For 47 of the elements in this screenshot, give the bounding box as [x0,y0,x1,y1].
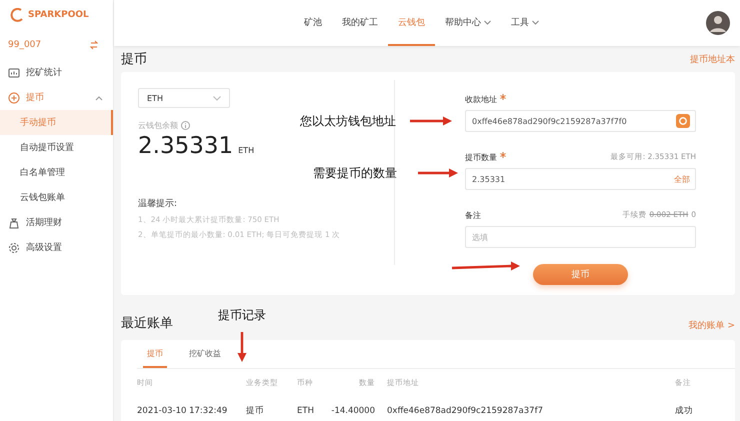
address-book-icon [676,114,690,128]
gear-icon [8,242,20,254]
switch-icon [89,40,99,50]
annotation-text: 提币记录 [218,307,266,324]
balance-amount: 2.35331 [138,133,234,159]
sidebar-item[interactable]: 活期理财 [0,210,113,235]
nav-tab[interactable]: 帮助中心 [435,0,501,46]
chart-icon [8,66,20,78]
annotation-text: 您以太坊钱包地址 [300,113,396,130]
sidebar-item[interactable]: 高级设置 [0,235,113,260]
logo: SPARKPOOL [28,10,89,20]
address-field[interactable]: 0xffe46e878ad290f9c2159287a37f7f0 [465,110,696,132]
tips-title: 温馨提示: [138,198,178,210]
caret-icon [532,20,539,24]
field-label: 收款地址 [465,94,497,104]
submenu-item[interactable]: 云钱包账单 [0,185,113,210]
nav-tab[interactable]: 我的矿工 [332,0,388,46]
field-label: 提币数量 [465,152,497,162]
note-field[interactable]: 选填 [465,226,696,248]
table-cell-text: 成功 [675,405,694,417]
field-label: 备注 [465,210,481,220]
balance-label: 云钱包余额 [138,120,178,131]
page-title: 提币 [121,51,147,68]
nav-tab[interactable]: 矿池 [294,0,332,46]
balance-unit: ETH [238,146,254,155]
chevron-icon [213,96,221,100]
table-cell-text: 2021-03-10 17:32:49 [137,406,228,416]
chevron-icon [95,94,103,100]
logo-icon [10,8,24,22]
caret-icon [484,20,491,24]
submenu-item[interactable]: 白名单管理 [0,160,113,185]
submenu-item[interactable]: 自动提币设置 [0,135,113,160]
avatar [706,11,730,35]
section-title: 最近账单 [121,315,173,332]
table-cell-text: ETH [297,406,315,416]
amount-field[interactable]: 2.35331 全部 [465,168,696,190]
coin-icon [8,92,20,104]
bag-icon [8,216,20,228]
tab[interactable]: 挖矿收益 [185,340,225,368]
nav-tab[interactable]: 工具 [501,0,549,46]
coin-select[interactable]: ETH [138,88,230,108]
table-cell-text: 提币 [246,405,265,417]
sidebar-item[interactable]: 挖矿统计 [0,60,113,85]
table-cell-text: -14.40000 [330,406,376,416]
info-icon [181,121,190,130]
annotation-text: 需要提币的数量 [313,165,397,182]
table-cell-text: 0xffe46e878ad290f9c2159287a37f7 [386,406,544,416]
